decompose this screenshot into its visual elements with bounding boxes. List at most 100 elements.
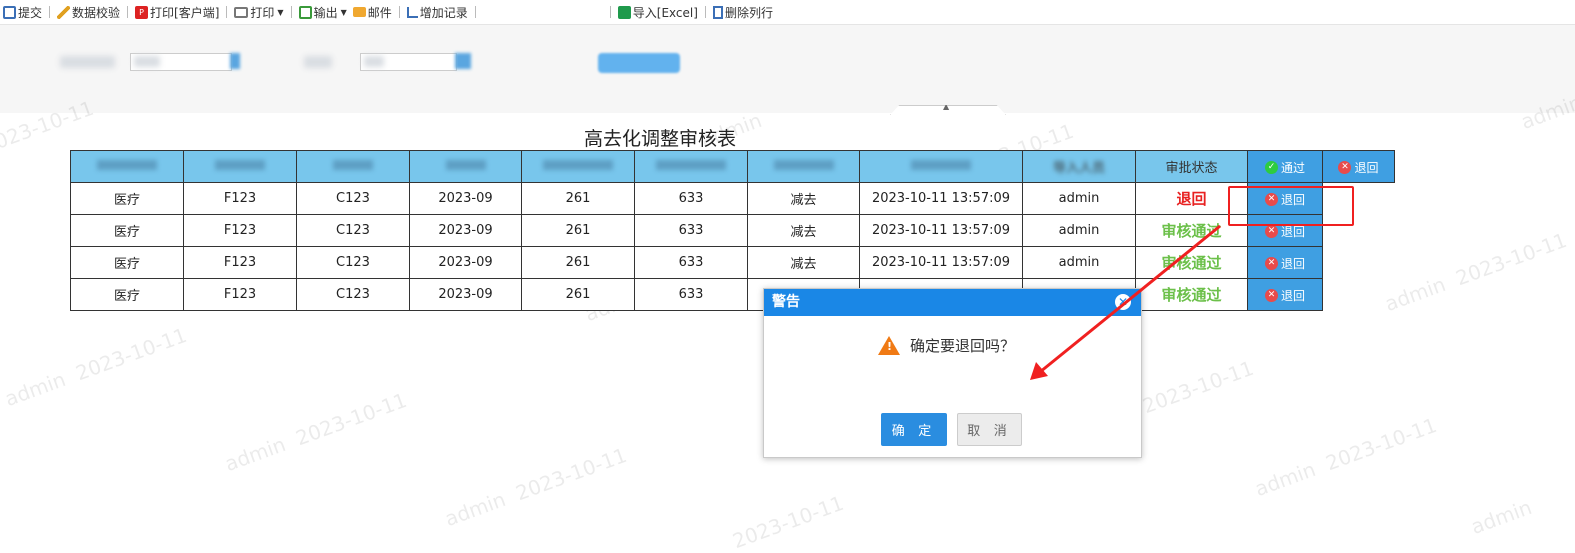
mail-icon [352,7,366,17]
cell: 2023-09 [409,182,522,215]
cell: 633 [634,182,748,215]
cell: 医疗 [70,278,184,311]
watermark: admin 2023-10-11 [1381,227,1570,317]
dialog-message-text: 确定要退回吗？ [910,337,1016,355]
cell: 减去 [747,214,860,247]
column-header-8 [859,150,1023,183]
cell: 261 [521,278,635,311]
table-header-row: 导入人员 审批状态 ✓ 通过 ✕ 退回 [70,150,1395,183]
table-row: 医疗 F123 C123 2023-09 261 633 减去 2023-10-… [70,182,1395,215]
column-header-2 [183,150,297,183]
row-back-button[interactable]: ✕ 退回 [1247,246,1323,279]
toolbar-export-label: 输出 [313,5,338,20]
back-label: 退回 [1354,160,1379,175]
toolbar-separator [609,6,611,18]
collapse-toggle[interactable]: ▲ [890,105,1006,115]
toolbar-print-client-label: 打印[客户端] [150,5,220,20]
column-header-6 [634,150,748,183]
cell: C123 [296,246,410,279]
cell: 261 [521,182,635,215]
table-row: 医疗 F123 C123 2023-09 261 633 减去 2023-10-… [70,246,1395,279]
close-circle-icon: ✕ [1264,256,1278,270]
cell: 2023-10-11 13:57:09 [859,182,1023,215]
cell: 2023-10-11 13:57:09 [859,214,1023,247]
add-record-icon [406,6,418,18]
cancel-button[interactable]: 取 消 [957,413,1022,446]
toolbar-add-record[interactable]: 增加记录 [404,0,471,24]
cell: 2023-09 [409,214,522,247]
report-table: 导入人员 审批状态 ✓ 通过 ✕ 退回 医疗 F123 C123 2023-09 2… [70,150,1395,311]
filter-input-2-value-blurred [364,56,384,67]
cell: 医疗 [70,246,184,279]
report-title: 高去化调整审核表 [583,128,736,150]
watermark: admin [1467,495,1535,539]
cell: 2023-10-11 13:57:09 [859,246,1023,279]
toolbar-print-label: 打印 [250,5,275,20]
cell: 633 [634,246,748,279]
pass-all-button[interactable]: ✓ 通过 [1247,150,1323,183]
toolbar-import-excel-label: 导入[Excel] [632,5,698,20]
close-circle-icon: ✕ [1264,224,1278,238]
cell: 医疗 [70,182,184,215]
dialog-title: 警告 [772,294,800,310]
close-circle-icon: ✕ [1264,288,1278,302]
cell: C123 [296,278,410,311]
toolbar-submit[interactable]: 提交 [0,0,45,24]
table-row: 医疗 F123 C123 2023-09 261 633 减去 2023-10-… [70,278,1395,311]
toolbar-add-record-label: 增加记录 [419,5,468,20]
cell: 2023-09 [409,278,522,311]
toolbar-export[interactable]: 输出 ▼ [296,0,350,24]
watermark: admin 2023-10-11 [1251,412,1440,502]
toolbar-print-client[interactable]: P 打印[客户端] [132,0,222,24]
excel-icon [617,5,631,19]
back-all-button[interactable]: ✕ 退回 [1322,150,1395,183]
column-header-3 [296,150,410,183]
printer-icon [234,6,249,18]
column-header-7 [747,150,860,183]
confirm-button[interactable]: 确 定 [881,413,947,446]
cell: F123 [183,214,297,247]
query-button[interactable] [598,53,680,73]
close-circle-icon: ✕ [1338,160,1352,174]
toolbar-print[interactable]: 打印 ▼ [231,0,286,24]
filter-panel: ▲ [0,25,1575,115]
row-back-button[interactable]: ✕ 退回 [1247,278,1323,311]
toolbar-mail[interactable]: 邮件 [350,0,395,24]
empty-cell [1323,247,1395,279]
column-header-1 [70,150,184,183]
row-back-label: 退回 [1280,288,1305,303]
column-header-4 [409,150,522,183]
status-badge: 退回 [1176,190,1207,208]
watermark: 2023-10-11 [729,490,847,553]
status-cell: 审核通过 [1135,278,1248,311]
status-badge: 审核通过 [1161,222,1222,240]
warning-dialog: 警告 ✕ ! 确定要退回吗？ 确 定 取 消 [763,288,1142,458]
cell: 633 [634,278,748,311]
toolbar-separator [474,6,476,18]
cell: 261 [521,214,635,247]
dialog-header: 警告 ✕ [764,289,1141,316]
toolbar-import-excel[interactable]: 导入[Excel] [615,0,701,24]
toolbar-delete-row[interactable]: 删除列行 [710,0,776,24]
cell: admin [1022,214,1136,247]
toolbar-submit-label: 提交 [18,5,43,20]
toolbar-data-check[interactable]: 数据校验 [54,0,123,24]
print-client-icon: P [135,5,149,19]
toolbar-separator [127,6,129,18]
caret-up-icon: ▲ [943,102,950,111]
chevron-down-icon: ▼ [340,7,347,17]
close-icon[interactable]: ✕ [1115,294,1131,310]
toolbar-data-check-label: 数据校验 [72,5,121,20]
cell: 261 [521,246,635,279]
toolbar-delete-row-label: 删除列行 [724,5,773,20]
watermark: admin 2023-10-11 [221,387,410,477]
filter-dropdown-2-button[interactable] [455,53,471,69]
filter-input-1-value-blurred [134,56,160,67]
cell: 633 [634,214,748,247]
pass-label: 通过 [1280,160,1305,175]
filter-dropdown-1-button[interactable] [230,53,240,69]
check-pencil-icon [57,5,71,19]
empty-cell [1323,279,1395,311]
submit-icon [3,5,16,19]
status-badge: 审核通过 [1161,254,1222,272]
